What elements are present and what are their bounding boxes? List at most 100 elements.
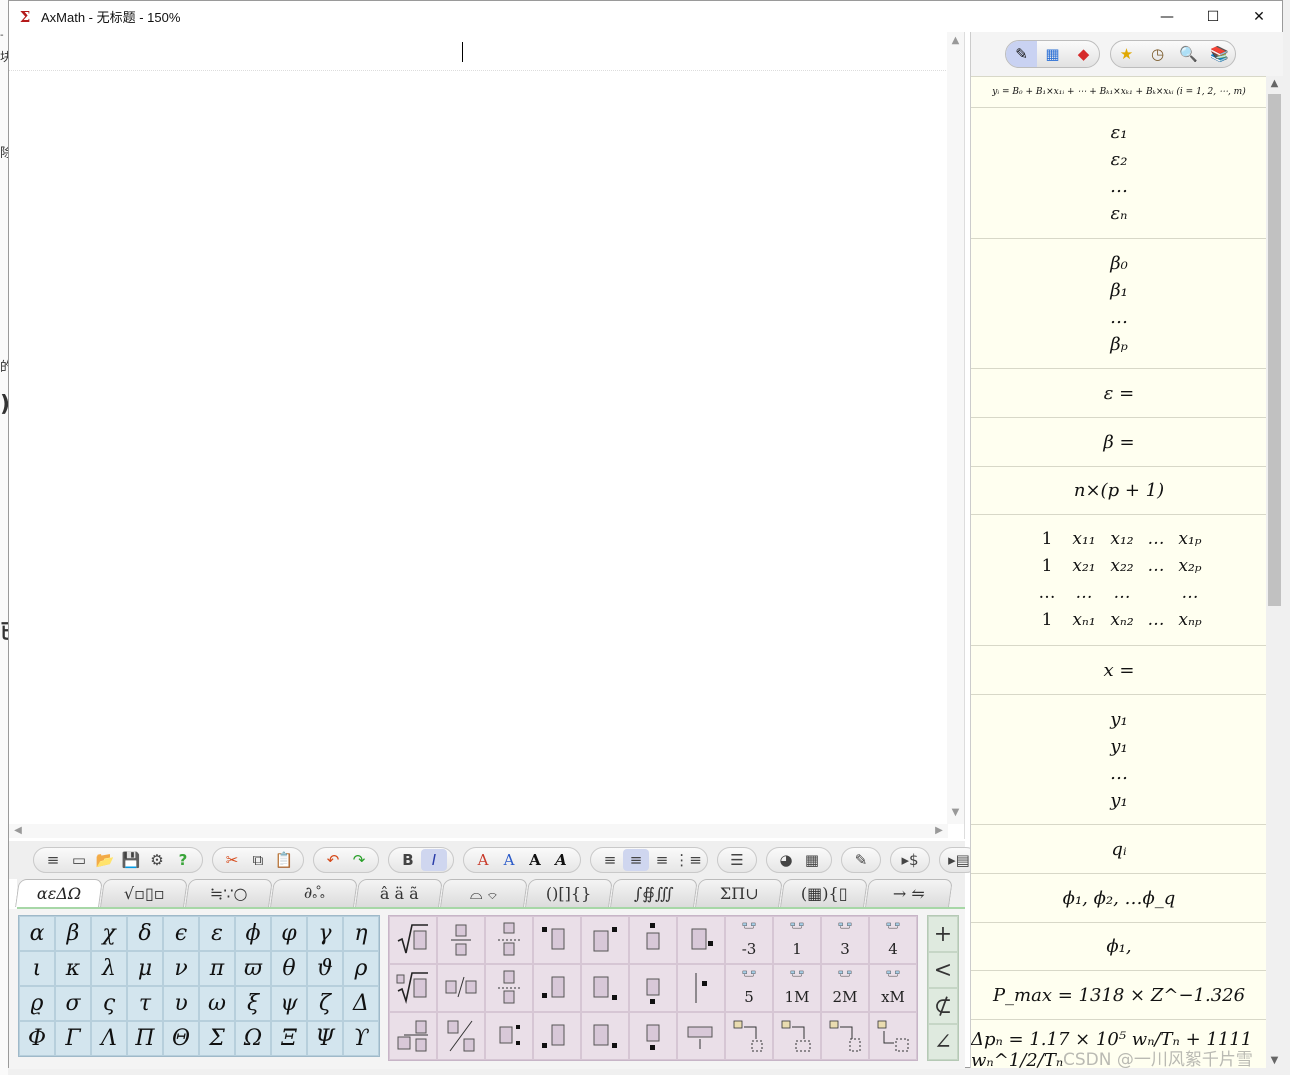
greek-symbol[interactable]: κ: [55, 951, 91, 986]
greek-symbol[interactable]: γ: [307, 916, 343, 951]
template-button[interactable]: -3: [725, 916, 773, 964]
template-button[interactable]: [437, 1012, 485, 1060]
template-button[interactable]: [629, 1012, 677, 1060]
greek-symbol[interactable]: σ: [55, 986, 91, 1021]
close-button[interactable]: ✕: [1236, 1, 1282, 32]
greek-symbol[interactable]: Λ: [91, 1021, 127, 1056]
template-button[interactable]: [389, 1012, 437, 1060]
scroll-up-icon[interactable]: ▲: [947, 35, 964, 49]
template-button[interactable]: [629, 964, 677, 1012]
editor-horizontal-scrollbar[interactable]: ◀ ▶: [9, 824, 948, 838]
greek-symbol[interactable]: τ: [127, 986, 163, 1021]
formula-item[interactable]: ϕ₁,: [971, 923, 1267, 971]
formula-item[interactable]: 1 x₁₁ x₁₂ … x₁ₚ 1 x₂₁ x₂₂ … x₂ₚ … … … … 1 xₙ₁ xₙ₂ … xₙₚ: [971, 515, 1267, 646]
greek-symbol[interactable]: Σ: [199, 1021, 235, 1056]
greek-symbol[interactable]: δ: [127, 916, 163, 951]
greek-symbol[interactable]: ϵ: [163, 916, 199, 951]
list-icon[interactable]: ⋮≡: [674, 849, 702, 871]
scroll-down-icon[interactable]: ▼: [1266, 1055, 1283, 1066]
settings-icon[interactable]: ⚙: [144, 849, 170, 871]
scroll-down-icon[interactable]: ▼: [947, 807, 964, 821]
scroll-left-icon[interactable]: ◀: [11, 824, 25, 838]
greek-symbol[interactable]: ι: [19, 951, 55, 986]
template-button[interactable]: [533, 964, 581, 1012]
font-a-bold-icon[interactable]: A: [522, 849, 548, 871]
greek-symbol[interactable]: ψ: [271, 986, 307, 1021]
grid-icon[interactable]: ▦: [1037, 41, 1068, 67]
font-a-icon[interactable]: A: [470, 849, 496, 871]
category-tab[interactable]: ∫∯∭: [610, 879, 698, 907]
category-tab[interactable]: ()[]{}: [525, 879, 613, 907]
scroll-up-icon[interactable]: ▲: [1266, 78, 1283, 89]
greek-symbol[interactable]: Ξ: [271, 1021, 307, 1056]
redo-icon[interactable]: ↷: [346, 849, 372, 871]
formula-item[interactable]: y₁ y₁ … y₁: [971, 695, 1267, 825]
open-icon[interactable]: 📂: [92, 849, 118, 871]
clock-icon[interactable]: ◷: [1142, 41, 1173, 67]
formula-item[interactable]: qᵢ: [971, 825, 1267, 874]
grid-color-icon[interactable]: ▦: [799, 849, 825, 871]
greek-symbol[interactable]: ς: [91, 986, 127, 1021]
color-icon[interactable]: ◕: [773, 849, 799, 871]
greek-symbol[interactable]: Δ: [343, 986, 379, 1021]
greek-symbol[interactable]: Ψ: [307, 1021, 343, 1056]
template-button[interactable]: [389, 964, 437, 1012]
greek-symbol[interactable]: ν: [163, 951, 199, 986]
greek-symbol[interactable]: β: [55, 916, 91, 951]
formula-item[interactable]: ϕ₁, ϕ₂, …ϕ_q: [971, 874, 1267, 923]
category-tab[interactable]: ⌓ ⌔: [440, 879, 528, 907]
formula-item[interactable]: P_max = 1318 × Z^−1.326: [971, 971, 1267, 1020]
paste-icon[interactable]: 📋: [271, 849, 297, 871]
template-button[interactable]: [725, 1012, 773, 1060]
formula-item[interactable]: β₀ β₁ … βₚ: [971, 239, 1267, 369]
greek-symbol[interactable]: φ: [271, 916, 307, 951]
formula-item[interactable]: yᵢ = B₀ + B₁×x₁ᵢ + ⋯ + Bₖ₁×xₖ₁ + Bₖ×xₖᵢ …: [971, 77, 1267, 108]
greek-symbol[interactable]: υ: [163, 986, 199, 1021]
template-button[interactable]: [389, 916, 437, 964]
template-button[interactable]: [485, 916, 533, 964]
template-button[interactable]: [773, 1012, 821, 1060]
new-icon[interactable]: ▭: [66, 849, 92, 871]
template-button[interactable]: [677, 964, 725, 1012]
numbering-icon[interactable]: ☰: [724, 849, 750, 871]
eraser-icon[interactable]: ◆: [1068, 41, 1099, 67]
greek-symbol[interactable]: π: [199, 951, 235, 986]
formula-item[interactable]: ε₁ ε₂ … εₙ: [971, 108, 1267, 239]
template-button[interactable]: 3: [821, 916, 869, 964]
align-right-icon[interactable]: ≡: [649, 849, 675, 871]
template-button[interactable]: [485, 964, 533, 1012]
save-icon[interactable]: 💾: [118, 849, 144, 871]
italic-icon[interactable]: I: [421, 849, 447, 871]
latex-icon[interactable]: ▸$: [897, 849, 923, 871]
greek-symbol[interactable]: ϑ: [307, 951, 343, 986]
greek-symbol[interactable]: ϖ: [235, 951, 271, 986]
editor-vertical-scrollbar[interactable]: ▲ ▼: [947, 32, 964, 824]
greek-symbol[interactable]: ω: [199, 986, 235, 1021]
category-tab[interactable]: √▫▯▫: [100, 879, 188, 907]
undo-icon[interactable]: ↶: [320, 849, 346, 871]
operator-symbol[interactable]: +: [928, 916, 958, 952]
template-button[interactable]: [437, 916, 485, 964]
template-button[interactable]: [629, 916, 677, 964]
greek-symbol[interactable]: Ω: [235, 1021, 271, 1056]
align-left-icon[interactable]: ≡: [597, 849, 623, 871]
font-a-italic-icon[interactable]: A: [548, 849, 574, 871]
template-button[interactable]: 5: [725, 964, 773, 1012]
formula-item[interactable]: n×(p + 1): [971, 467, 1267, 515]
template-button[interactable]: [677, 1012, 725, 1060]
formula-item[interactable]: β =: [971, 418, 1267, 467]
template-button[interactable]: [533, 916, 581, 964]
greek-symbol[interactable]: μ: [127, 951, 163, 986]
title-bar[interactable]: Σ AxMath - 无标题 - 150% — ☐ ✕: [9, 1, 1282, 32]
format-icon[interactable]: ≡: [40, 849, 66, 871]
greek-symbol[interactable]: χ: [91, 916, 127, 951]
operator-symbol[interactable]: ∠: [928, 1024, 958, 1060]
greek-symbol[interactable]: Θ: [163, 1021, 199, 1056]
template-button[interactable]: [485, 1012, 533, 1060]
category-tab[interactable]: ∂ஃ: [270, 879, 358, 907]
greek-symbol[interactable]: ϱ: [19, 986, 55, 1021]
greek-symbol[interactable]: ρ: [343, 951, 379, 986]
template-button[interactable]: [581, 1012, 629, 1060]
operator-symbol[interactable]: ⊄: [928, 988, 958, 1024]
greek-symbol[interactable]: ζ: [307, 986, 343, 1021]
